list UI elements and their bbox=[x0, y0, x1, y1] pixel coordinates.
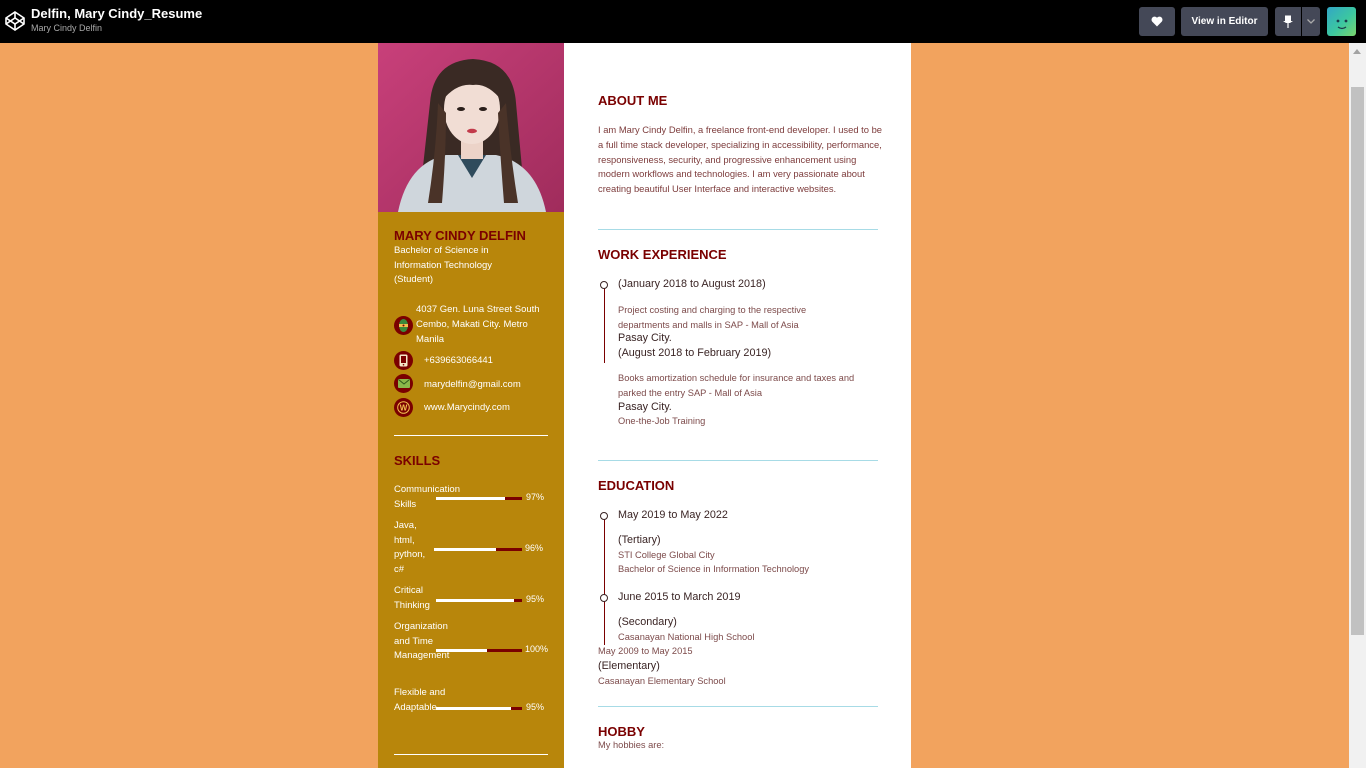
education-school: Casanayan National High School bbox=[618, 632, 755, 642]
education-level: (Elementary) bbox=[598, 660, 660, 672]
view-in-editor-button[interactable]: View in Editor bbox=[1181, 7, 1268, 36]
section-divider bbox=[598, 460, 878, 461]
profile-degree: Bachelor of Science in Information Techn… bbox=[394, 245, 493, 285]
skill-bar bbox=[436, 649, 522, 652]
love-button[interactable] bbox=[1139, 7, 1175, 36]
scroll-thumb[interactable] bbox=[1351, 87, 1364, 635]
sidebar-divider bbox=[394, 435, 548, 436]
phone-icon bbox=[394, 351, 413, 370]
work-date: (January 2018 to August 2018) bbox=[618, 278, 766, 290]
education-level: (Tertiary) bbox=[618, 534, 661, 546]
codepen-logo-icon[interactable] bbox=[5, 11, 25, 31]
skill-percent: 95% bbox=[526, 594, 545, 604]
heart-icon bbox=[1151, 16, 1163, 27]
skill-label: Flexible and Adaptable bbox=[394, 687, 446, 713]
location-icon bbox=[394, 316, 413, 335]
skill-label: Organization and Time Management bbox=[394, 621, 450, 661]
profile-photo-illustration bbox=[378, 43, 564, 212]
education-date: May 2009 to May 2015 bbox=[598, 646, 693, 656]
pin-menu-button[interactable] bbox=[1302, 7, 1320, 36]
timeline-dot bbox=[600, 594, 608, 602]
skill-percent: 96% bbox=[525, 543, 544, 553]
education-school: Casanayan Elementary School bbox=[598, 676, 726, 686]
education-date: June 2015 to March 2019 bbox=[618, 591, 741, 603]
pen-title: Delfin, Mary Cindy_Resume bbox=[31, 6, 203, 21]
education-heading: EDUCATION bbox=[598, 478, 675, 493]
education-level: (Secondary) bbox=[618, 616, 677, 628]
skill-percent: 97% bbox=[526, 492, 545, 502]
email-text[interactable]: marydelfin@gmail.com bbox=[424, 377, 521, 392]
scroll-up-arrow-icon[interactable] bbox=[1353, 49, 1361, 54]
pen-author[interactable]: Mary Cindy Delfin bbox=[31, 23, 102, 33]
hobby-heading: HOBBY bbox=[598, 724, 645, 739]
work-place: Pasay City. bbox=[618, 401, 672, 413]
resume-main: ABOUT ME I am Mary Cindy Delfin, a freel… bbox=[564, 43, 911, 768]
top-bar: Delfin, Mary Cindy_Resume Mary Cindy Del… bbox=[0, 0, 1366, 43]
skill-percent: 100% bbox=[525, 644, 549, 654]
work-description: Books amortization schedule for insuranc… bbox=[618, 373, 855, 398]
skill-bar-fill bbox=[436, 649, 487, 652]
skill-label: Java, html, python, c# bbox=[394, 520, 426, 575]
education-course: Bachelor of Science in Information Techn… bbox=[618, 564, 810, 574]
address-text: 4037 Gen. Luna Street South Cembo, Makat… bbox=[416, 304, 540, 345]
timeline-dot bbox=[600, 512, 608, 520]
skill-bar-fill bbox=[436, 497, 505, 500]
email-icon bbox=[394, 374, 413, 393]
skills-heading: SKILLS bbox=[394, 453, 441, 468]
work-place: Pasay City. bbox=[618, 332, 672, 344]
timeline-line bbox=[604, 286, 605, 363]
education-date: May 2019 to May 2022 bbox=[618, 509, 728, 521]
svg-text:W: W bbox=[400, 403, 408, 412]
about-text: I am Mary Cindy Delfin, a freelance fron… bbox=[598, 124, 883, 195]
pin-icon bbox=[1283, 15, 1293, 28]
section-divider bbox=[598, 229, 878, 230]
chevron-down-icon bbox=[1307, 19, 1315, 24]
phone-text[interactable]: +639663066441 bbox=[424, 353, 493, 368]
website-icon: W bbox=[394, 398, 413, 417]
skill-bar-fill bbox=[436, 599, 515, 602]
profile-photo bbox=[378, 43, 564, 212]
skill-bar bbox=[436, 497, 522, 500]
timeline-dot bbox=[600, 281, 608, 289]
about-heading: ABOUT ME bbox=[598, 93, 668, 108]
resume-sidebar: MARY CINDY DELFIN Bachelor of Science in… bbox=[378, 43, 564, 768]
work-date: (August 2018 to February 2019) bbox=[618, 347, 772, 359]
avatar-face-icon bbox=[1336, 19, 1348, 30]
timeline-line bbox=[604, 517, 605, 645]
profile-name: MARY CINDY DELFIN bbox=[394, 228, 526, 243]
skill-bar bbox=[434, 548, 522, 551]
sidebar-divider bbox=[394, 754, 548, 755]
work-training: One-the-Job Training bbox=[618, 416, 706, 426]
user-avatar[interactable] bbox=[1327, 7, 1356, 36]
skill-percent: 95% bbox=[526, 702, 545, 712]
work-heading: WORK EXPERIENCE bbox=[598, 247, 727, 262]
skill-bar-fill bbox=[436, 707, 511, 710]
page-scrollbar[interactable] bbox=[1349, 43, 1366, 768]
hobby-text: My hobbies are: bbox=[598, 740, 665, 750]
work-description: Project costing and charging to the resp… bbox=[618, 305, 807, 330]
skill-bar bbox=[436, 707, 522, 710]
skill-bar-fill bbox=[434, 548, 496, 551]
skill-bar bbox=[436, 599, 522, 602]
pin-button[interactable] bbox=[1275, 7, 1301, 36]
section-divider bbox=[598, 706, 878, 707]
education-school: STI College Global City bbox=[618, 550, 715, 560]
website-text[interactable]: www.Marycindy.com bbox=[424, 400, 510, 415]
